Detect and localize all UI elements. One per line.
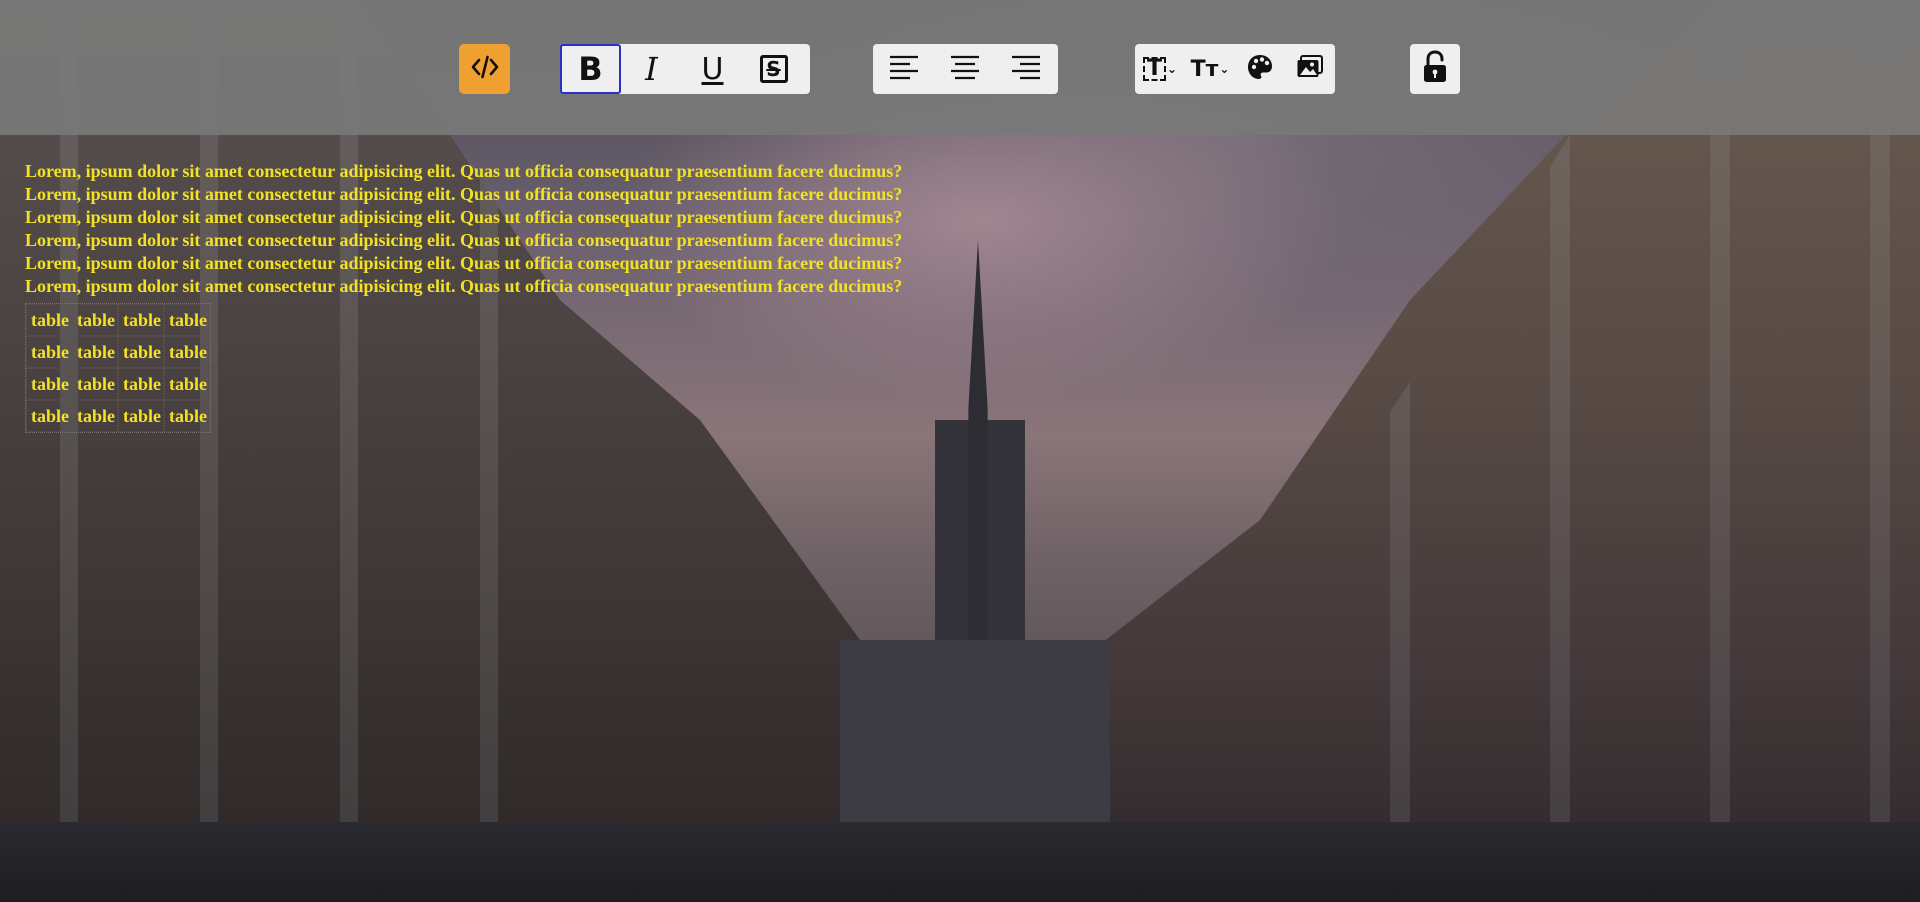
table-cell[interactable]: table (26, 336, 72, 368)
lock-button[interactable] (1410, 44, 1460, 94)
street (0, 822, 1920, 902)
align-center-button[interactable] (934, 44, 995, 94)
insert-image-button[interactable] (1285, 44, 1335, 94)
bold-button[interactable]: B (560, 44, 621, 94)
image-icon (1296, 54, 1324, 84)
paragraph[interactable]: Lorem, ipsum dolor sit amet consectetur … (25, 206, 1900, 229)
paragraph[interactable]: Lorem, ipsum dolor sit amet consectetur … (25, 160, 1900, 183)
table-cell[interactable]: table (118, 336, 164, 368)
font-family-glyph: T (1142, 57, 1166, 81)
align-right-button[interactable] (995, 44, 1056, 94)
format-group: B I U S (560, 44, 810, 94)
paragraph[interactable]: Lorem, ipsum dolor sit amet consectetur … (25, 275, 1900, 298)
chevron-down-icon: ⌄ (1166, 62, 1178, 76)
paragraph[interactable]: Lorem, ipsum dolor sit amet consectetur … (25, 252, 1900, 275)
table-cell[interactable]: table (72, 336, 118, 368)
chevron-down-icon: ⌄ (1219, 62, 1230, 76)
align-left-icon (888, 54, 920, 84)
font-family-button[interactable]: T ⌄ (1135, 44, 1185, 94)
underline-button[interactable]: U (682, 44, 743, 94)
table-cell[interactable]: table (164, 368, 210, 400)
bold-icon: B (578, 50, 603, 88)
align-center-icon (949, 54, 981, 84)
color-button[interactable] (1235, 44, 1285, 94)
table-cell[interactable]: table (164, 336, 210, 368)
editor-toolbar: B I U S T ⌄ Tт ⌄ (0, 0, 1920, 135)
table-cell[interactable]: table (26, 400, 72, 432)
table-row: table table table table (26, 304, 210, 336)
align-group (873, 44, 1058, 94)
table-cell[interactable]: table (164, 304, 210, 336)
font-size-button[interactable]: Tт ⌄ (1185, 44, 1235, 94)
table-cell[interactable]: table (118, 368, 164, 400)
unlock-icon (1422, 49, 1448, 89)
font-size-icon: Tт ⌄ (1191, 57, 1230, 82)
table-cell[interactable]: table (26, 304, 72, 336)
paragraph[interactable]: Lorem, ipsum dolor sit amet consectetur … (25, 229, 1900, 252)
align-right-icon (1010, 54, 1042, 84)
content-table: table table table table table table tabl… (25, 303, 211, 433)
italic-icon: I (645, 50, 658, 88)
editor-content[interactable]: Lorem, ipsum dolor sit amet consectetur … (25, 160, 1900, 433)
font-size-glyph: Tт (1190, 56, 1219, 82)
table-cell[interactable]: table (72, 368, 118, 400)
table-row: table table table table (26, 336, 210, 368)
table-cell[interactable]: table (72, 304, 118, 336)
code-view-button[interactable] (459, 44, 510, 94)
font-family-icon: T ⌄ (1142, 57, 1178, 81)
paragraph[interactable]: Lorem, ipsum dolor sit amet consectetur … (25, 183, 1900, 206)
table-row: table table table table (26, 368, 210, 400)
italic-button[interactable]: I (621, 44, 682, 94)
code-icon (470, 53, 500, 86)
align-left-button[interactable] (873, 44, 934, 94)
table-cell[interactable]: table (72, 400, 118, 432)
table-cell[interactable]: table (164, 400, 210, 432)
table-row: table table table table (26, 400, 210, 432)
palette-icon (1246, 53, 1274, 85)
table-cell[interactable]: table (118, 304, 164, 336)
table-cell[interactable]: table (26, 368, 72, 400)
table-cell[interactable]: table (118, 400, 164, 432)
strikethrough-button[interactable]: S (743, 44, 804, 94)
style-group: T ⌄ Tт ⌄ (1135, 44, 1335, 94)
strikethrough-icon: S (759, 55, 788, 83)
underline-icon: U (701, 51, 724, 87)
background-image (0, 0, 1920, 902)
